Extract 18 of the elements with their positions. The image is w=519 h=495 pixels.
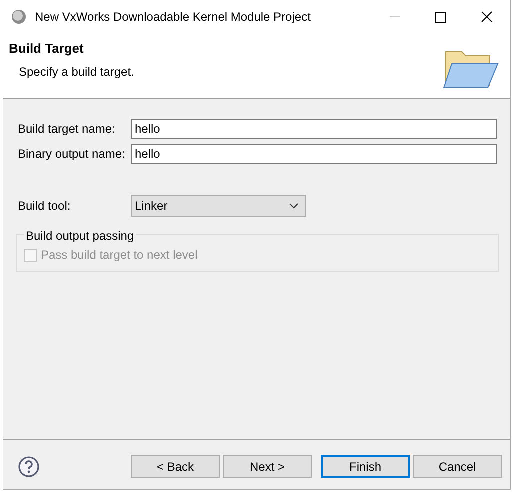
checkbox-label: Pass build target to next level xyxy=(41,248,198,262)
window-title: New VxWorks Downloadable Kernel Module Project xyxy=(35,10,312,24)
field-label: Binary output name: xyxy=(18,146,126,160)
app-icon xyxy=(11,9,27,25)
field-label: Build target name: xyxy=(18,122,116,136)
caret-icon xyxy=(289,202,299,208)
page-title: Build Target xyxy=(9,41,85,56)
wizard-button[interactable]: Finish xyxy=(321,455,410,478)
wizard-button[interactable]: Next > xyxy=(223,455,312,478)
input-field[interactable]: hello xyxy=(131,144,497,164)
help-icon[interactable] xyxy=(18,456,40,478)
wizard-button[interactable]: < Back xyxy=(131,455,220,478)
group-title: Build output passing xyxy=(24,229,136,243)
field-label: Build tool: xyxy=(18,198,72,212)
input-field[interactable]: hello xyxy=(131,118,497,138)
wizard-button[interactable]: Cancel xyxy=(413,455,502,478)
page-description: Specify a build target. xyxy=(19,65,136,79)
build-tool-dropdown[interactable]: Linker xyxy=(131,194,306,216)
